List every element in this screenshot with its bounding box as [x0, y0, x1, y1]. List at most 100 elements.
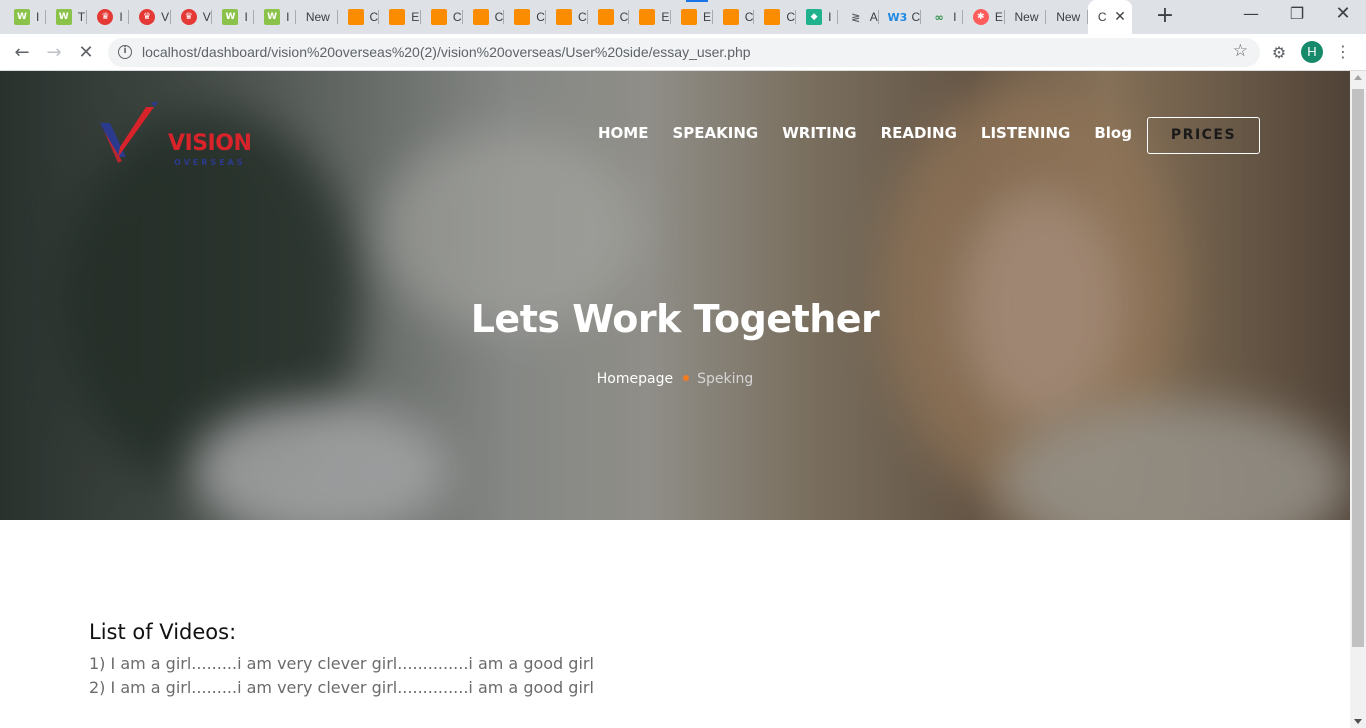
- orange-square-icon: [514, 9, 531, 25]
- browser-tab[interactable]: W3 C: [879, 0, 921, 34]
- scroll-up-arrow[interactable]: [1354, 75, 1362, 80]
- crown-red-icon: ♛: [180, 9, 197, 25]
- close-window-button[interactable]: ✕: [1320, 0, 1366, 30]
- tab-title: C: [744, 10, 754, 24]
- videos-heading: List of Videos:: [89, 620, 237, 644]
- browser-tab[interactable]: C: [504, 0, 546, 34]
- scrollbar-thumb[interactable]: [1352, 89, 1364, 647]
- page-title: Lets Work Together: [470, 297, 880, 341]
- browser-tab[interactable]: C: [588, 0, 630, 34]
- forward-button[interactable]: →: [40, 39, 68, 67]
- browser-tab[interactable]: E: [671, 0, 713, 34]
- nav-link-speaking[interactable]: SPEAKING: [672, 124, 758, 142]
- arrows-gray-icon: ≷: [851, 10, 861, 24]
- tab-title: E: [411, 10, 420, 24]
- nav-link-blog[interactable]: Blog: [1094, 124, 1132, 142]
- grammarly-green-icon: W: [222, 9, 239, 25]
- address-url[interactable]: localhost/dashboard/vision%20overseas%20…: [142, 44, 751, 60]
- browser-tab[interactable]: WI: [4, 0, 46, 34]
- browser-tab[interactable]: ♛ V: [171, 0, 213, 34]
- tab-title: C: [494, 10, 504, 24]
- orange-square-icon: [347, 9, 364, 25]
- video-list: 1) I am a girl.........i am very clever …: [89, 652, 594, 700]
- tab-title: C: [619, 10, 629, 24]
- browser-tab[interactable]: C: [338, 0, 380, 34]
- tab-title: C: [452, 10, 462, 24]
- new-tab-button[interactable]: +: [1153, 5, 1177, 29]
- tab-title: A: [869, 10, 878, 24]
- browser-tab[interactable]: C: [546, 0, 588, 34]
- tab-title: C: [786, 10, 796, 24]
- browser-tab[interactable]: C: [713, 0, 755, 34]
- page-scrollbar[interactable]: [1350, 71, 1366, 728]
- browser-tab[interactable]: New: [1005, 0, 1047, 34]
- orange-square-icon: [681, 9, 697, 25]
- browser-tab[interactable]: ◆ I: [796, 0, 838, 34]
- browser-tab[interactable]: C: [463, 0, 505, 34]
- tab-title: New: [1056, 10, 1081, 24]
- tab-title: E: [994, 10, 1003, 24]
- breadcrumb-current: Speking: [697, 371, 754, 387]
- browser-tab[interactable]: New: [296, 0, 338, 34]
- nav-link-writing[interactable]: WRITING: [782, 124, 856, 142]
- browser-tab[interactable]: E: [629, 0, 671, 34]
- browser-tab[interactable]: ≷ A: [838, 0, 880, 34]
- asterisk-pink-icon: ✱: [972, 9, 989, 25]
- tab-title: I: [244, 10, 248, 24]
- browser-tab[interactable]: ♛ I: [87, 0, 129, 34]
- tab-title: I: [119, 10, 123, 24]
- shield-teal-icon: ◆: [806, 9, 823, 25]
- orange-square-icon: [722, 9, 739, 25]
- tab-title: I: [36, 10, 40, 24]
- browser-menu-icon[interactable]: ⋮: [1333, 40, 1353, 64]
- stop-loading-button[interactable]: ✕: [72, 39, 100, 67]
- browser-tab[interactable]: WI: [212, 0, 254, 34]
- nav-link-listening[interactable]: LISTENING: [981, 124, 1070, 142]
- bookmark-star-icon[interactable]: ☆: [1233, 41, 1248, 61]
- tab-title: C: [369, 10, 379, 24]
- grammarly-green-icon: W: [55, 9, 72, 25]
- browser-tab[interactable]: C: [421, 0, 463, 34]
- browser-tab[interactable]: WI: [254, 0, 296, 34]
- breadcrumb-separator-dot: [683, 375, 690, 381]
- video-list-item[interactable]: 2) I am a girl.........i am very clever …: [89, 676, 594, 700]
- prices-button[interactable]: PRICES: [1147, 117, 1260, 154]
- tab-title: C: [577, 10, 587, 24]
- minimize-button[interactable]: —: [1228, 0, 1274, 30]
- breadcrumb-home-link[interactable]: Homepage: [597, 371, 673, 387]
- browser-tab[interactable]: C: [754, 0, 796, 34]
- vision-overseas-logo[interactable]: VISION OVERSEAS: [96, 101, 256, 171]
- active-browser-tab[interactable]: C ✕: [1087, 0, 1132, 34]
- videos-section: List of Videos: 1) I am a girl.........i…: [89, 620, 594, 700]
- browser-tab[interactable]: New: [1046, 0, 1088, 34]
- site-info-icon[interactable]: i: [118, 45, 132, 59]
- video-list-item[interactable]: 1) I am a girl.........i am very clever …: [89, 652, 594, 676]
- browser-tab[interactable]: ✱ E: [963, 0, 1005, 34]
- browser-tab[interactable]: WT: [46, 0, 88, 34]
- tab-title: E: [703, 10, 712, 24]
- address-bar[interactable]: i localhost/dashboard/vision%20overseas%…: [108, 38, 1260, 67]
- orange-square-icon: [472, 9, 489, 25]
- page-viewport: VISION OVERSEAS HOME SPEAKING WRITING READI…: [0, 71, 1350, 728]
- tab-close-icon[interactable]: ✕: [1114, 8, 1126, 26]
- browser-tab[interactable]: ♛ V: [129, 0, 171, 34]
- scroll-down-arrow[interactable]: [1354, 719, 1362, 724]
- extensions-puzzle-icon[interactable]: ⚙: [1268, 42, 1290, 64]
- orange-square-icon: [430, 9, 447, 25]
- tab-title: C: [1097, 10, 1107, 24]
- browser-tab-strip: W I W T ♛ I ♛ V ♛ V W I W I New C E C C C C C E E C C ◆ I ≷ A W3 C ∞ I ✱ E N…: [0, 0, 1366, 34]
- orange-square-icon: [597, 9, 614, 25]
- restore-button[interactable]: ❐: [1274, 0, 1320, 30]
- logo-wordmark: VISION: [168, 131, 252, 156]
- gfg-green-icon: ∞: [934, 10, 944, 24]
- grammarly-green-icon: W: [14, 9, 30, 25]
- browser-tab[interactable]: E: [379, 0, 421, 34]
- logo-plane-icon: [100, 101, 158, 163]
- grammarly-green-icon: W: [264, 9, 281, 25]
- browser-tab[interactable]: ∞ I: [921, 0, 963, 34]
- nav-link-reading[interactable]: READING: [881, 124, 957, 142]
- nav-link-home[interactable]: HOME: [598, 124, 648, 142]
- tab-title: T: [77, 10, 86, 24]
- back-button[interactable]: ←: [8, 39, 36, 67]
- profile-avatar[interactable]: H: [1301, 41, 1323, 63]
